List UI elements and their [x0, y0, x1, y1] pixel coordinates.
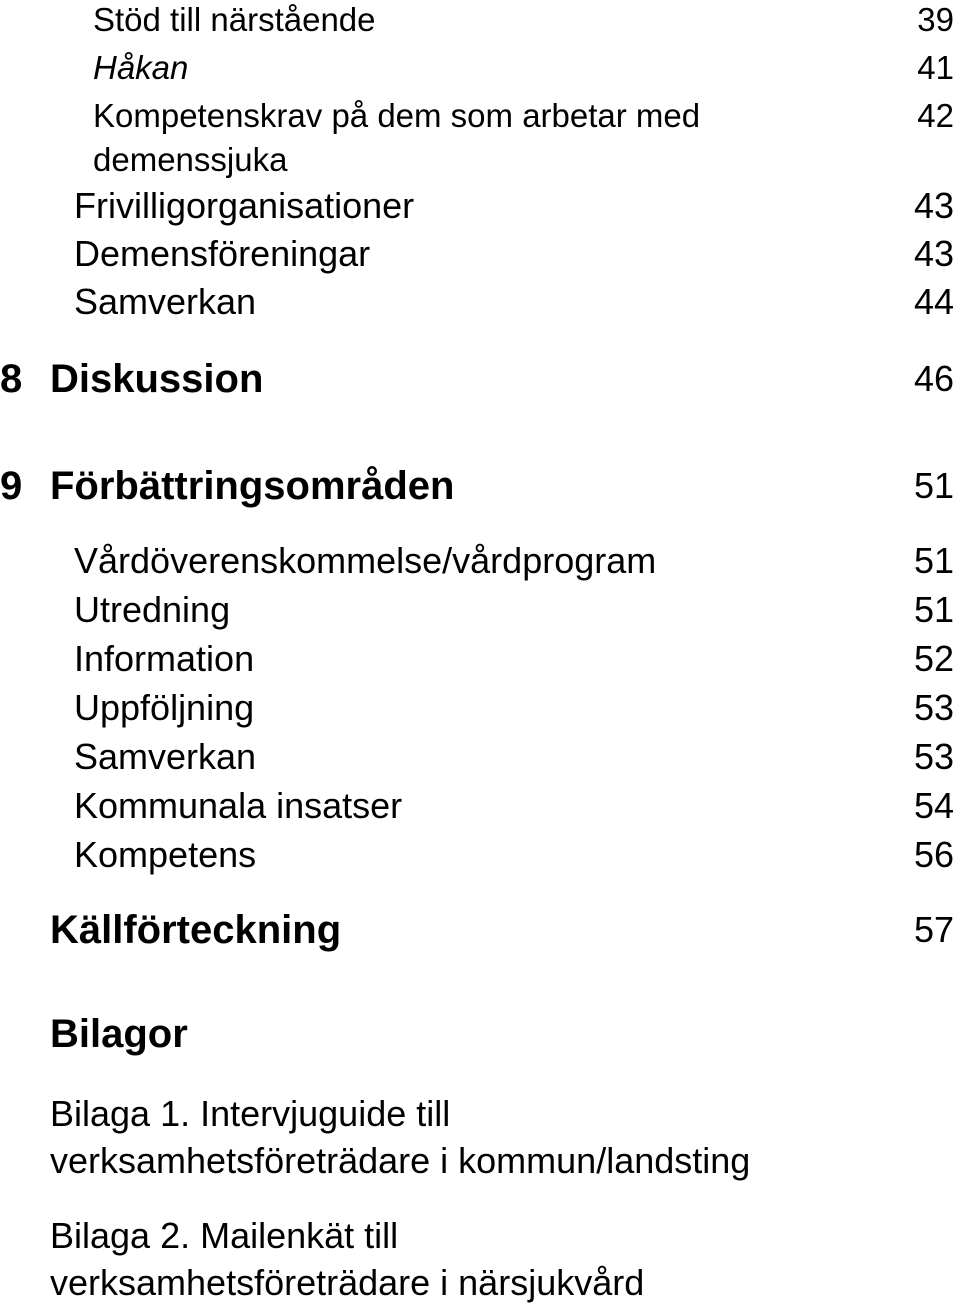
appendices-title: Bilagor [50, 1012, 188, 1056]
chapter-number: 9 [0, 464, 23, 508]
toc-entry-title: Frivilligorganisationer [74, 185, 415, 226]
toc-entry-title: Utredning [74, 589, 231, 630]
toc-entry-page: 54 [913, 785, 954, 826]
toc-entry-page: 51 [913, 540, 954, 581]
chapter-page: 46 [913, 358, 954, 399]
references-page: 57 [913, 909, 954, 950]
toc-entry-page: 53 [913, 687, 954, 728]
toc-entry-page: 41 [917, 49, 954, 86]
toc-entry-page: 43 [913, 185, 954, 226]
toc-entry-title: Uppföljning [74, 687, 255, 728]
toc-entry-title: Stöd till närstående [93, 1, 376, 38]
toc-entry-page: 39 [917, 1, 954, 38]
toc-entry-title: Vårdöverenskommelse/vårdprogram [74, 540, 657, 581]
toc-entry-title: Demensföreningar [74, 233, 371, 274]
toc-entry-page: 56 [913, 834, 954, 875]
toc-entry-page: 53 [913, 736, 954, 777]
references-title: Källförteckning [50, 908, 342, 952]
toc-entry-title: Information [74, 638, 255, 679]
chapter-title: Förbättringsområden [50, 464, 455, 508]
appendix-line: Bilaga 2. Mailenkät till [50, 1215, 399, 1256]
appendix-line: verksamhetsföreträdare i kommun/landstin… [50, 1140, 751, 1181]
chapter-page: 51 [913, 465, 954, 506]
toc-entry-title: Håkan [93, 49, 189, 86]
toc-entry-title: Samverkan [74, 736, 257, 777]
chapter-number: 8 [0, 357, 23, 401]
toc-entry-title: Kommunala insatser [74, 785, 403, 826]
toc-entry-page: 44 [913, 281, 954, 322]
toc-entry-page: 52 [913, 638, 954, 679]
appendix-line: verksamhetsföreträdare i närsjukvård [50, 1262, 645, 1303]
toc-entry-page: 42 [917, 97, 954, 134]
toc-entry-title: Kompetens [74, 834, 257, 875]
toc-entry-title: demenssjuka [93, 141, 288, 178]
chapter-title: Diskussion [50, 357, 264, 401]
toc-entry-page: 51 [913, 589, 954, 630]
appendix-line: Bilaga 1. Intervjuguide till [50, 1093, 451, 1134]
toc-entry-page: 43 [913, 233, 954, 274]
toc-entry-title: Samverkan [74, 281, 257, 322]
toc-entry-title: Kompetenskrav på dem som arbetar med [93, 97, 701, 134]
